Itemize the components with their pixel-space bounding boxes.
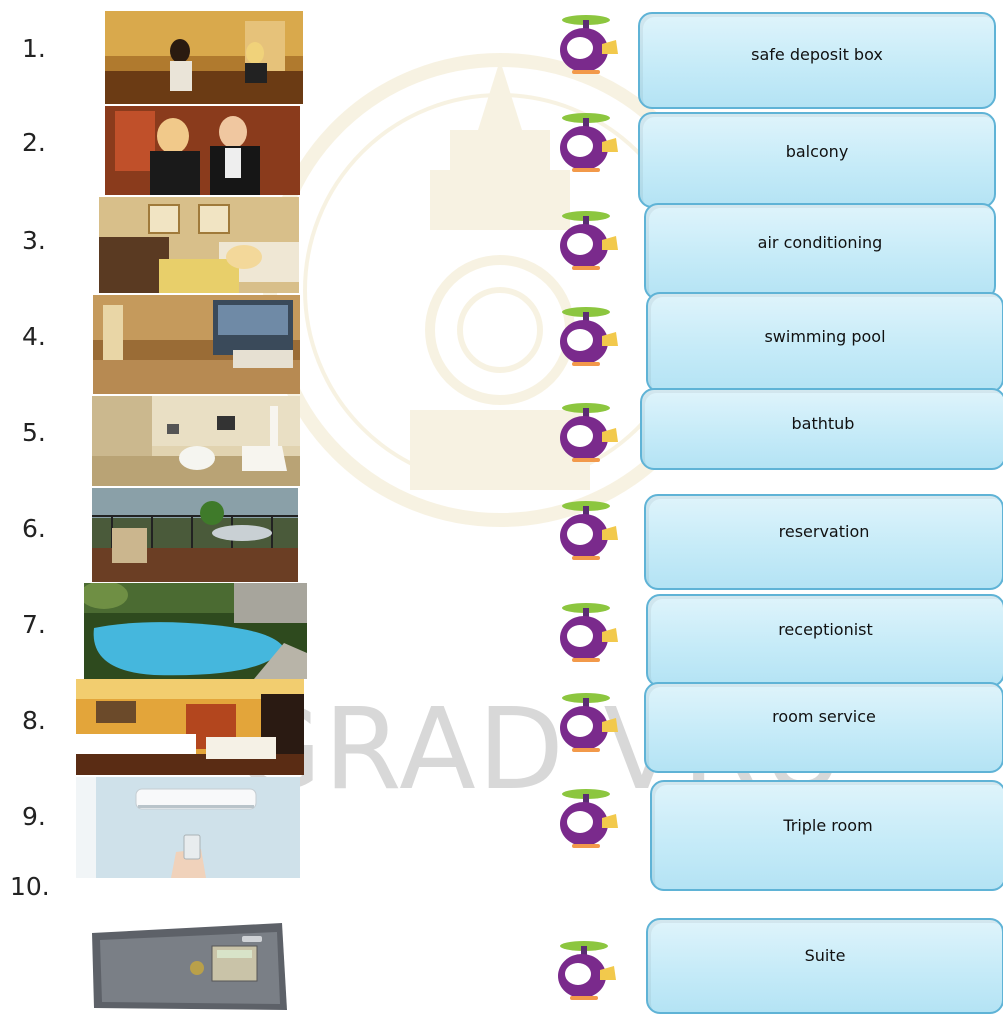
bathroom-photo <box>92 396 300 486</box>
suite-room-photo <box>93 295 300 394</box>
item-number-8: 8. <box>22 706 46 735</box>
item-number-1: 1. <box>22 34 46 63</box>
item-number-4: 4. <box>22 322 46 351</box>
answer-card-suite[interactable]: Suite <box>646 918 1003 1014</box>
room-service-photo <box>99 197 299 293</box>
helicopter-toy-icon <box>560 211 618 270</box>
item-number-5: 5. <box>22 418 46 447</box>
card-label: Suite <box>804 946 846 965</box>
answer-card-swimming-pool[interactable]: swimming pool <box>646 292 1003 393</box>
answer-card-balcony[interactable]: balcony <box>638 112 996 208</box>
helicopter-toy-icon <box>560 403 618 462</box>
card-label: reservation <box>778 522 870 541</box>
balcony-photo <box>92 488 298 582</box>
answer-card-reservation[interactable]: reservation <box>644 494 1003 590</box>
answer-card-safe-deposit-box[interactable]: safe deposit box <box>638 12 996 109</box>
helicopter-toy-icon <box>560 501 618 560</box>
card-label: balcony <box>785 142 849 161</box>
helicopter-toy-icon <box>560 693 618 752</box>
helicopter-toy-icon <box>558 941 616 1000</box>
helicopter-toy-icon <box>560 307 618 366</box>
answer-card-bathtub[interactable]: bathtub <box>640 388 1003 470</box>
card-label: receptionist <box>778 620 873 639</box>
answer-card-room-service[interactable]: room service <box>644 682 1003 773</box>
card-label: bathtub <box>791 414 855 433</box>
hotel-staff-photo <box>105 106 300 195</box>
reception-desk-photo <box>105 11 303 104</box>
item-number-10: 10. <box>10 872 50 901</box>
helicopter-toy-icon <box>560 789 618 848</box>
helicopter-toy-icon <box>560 603 618 662</box>
helicopter-toy-icon <box>560 15 618 74</box>
triple-room-photo <box>76 679 304 775</box>
answer-card-triple-room[interactable]: Triple room <box>650 780 1003 891</box>
safe-box-photo <box>82 918 294 1014</box>
item-number-7: 7. <box>22 610 46 639</box>
item-number-2: 2. <box>22 128 46 157</box>
answer-card-receptionist[interactable]: receptionist <box>646 594 1003 687</box>
card-label: Triple room <box>783 816 873 835</box>
card-label: air conditioning <box>757 233 883 252</box>
item-number-3: 3. <box>22 226 46 255</box>
item-number-9: 9. <box>22 802 46 831</box>
card-label: room service <box>772 707 876 726</box>
card-label: swimming pool <box>764 327 886 346</box>
helicopter-toy-icon <box>560 113 618 172</box>
swimming-pool-photo <box>84 583 307 679</box>
answer-card-air-conditioning[interactable]: air conditioning <box>644 203 996 300</box>
air-conditioner-photo <box>76 777 300 878</box>
item-number-6: 6. <box>22 514 46 543</box>
card-label: safe deposit box <box>751 45 883 64</box>
